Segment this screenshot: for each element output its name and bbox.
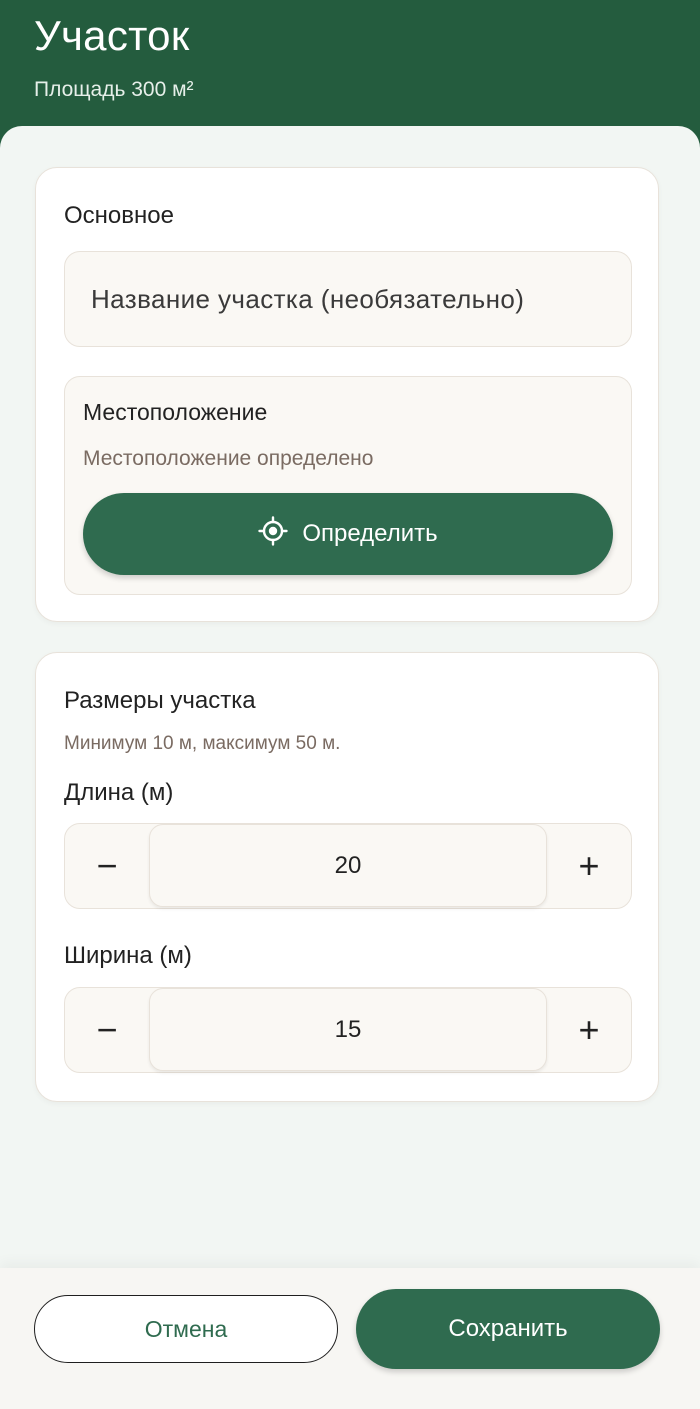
save-button[interactable]: Сохранить xyxy=(356,1289,660,1369)
action-footer: Отмена Сохранить xyxy=(0,1268,700,1409)
location-panel: Местоположение Местоположение определено… xyxy=(64,376,632,595)
area-subtitle: Площадь 300 м² xyxy=(34,78,194,101)
width-stepper: − 15 + xyxy=(64,987,632,1073)
cancel-button[interactable]: Отмена xyxy=(34,1295,338,1363)
page-title: Участок xyxy=(34,12,190,59)
crosshair-icon xyxy=(258,515,289,553)
plot-size-card: Размеры участка Минимум 10 м, максимум 5… xyxy=(35,652,659,1102)
content-area: Основное Название участка (необязательно… xyxy=(0,126,700,1409)
plot-name-input[interactable]: Название участка (необязательно) xyxy=(64,251,632,347)
width-increment-button[interactable]: + xyxy=(547,988,631,1071)
plot-name-placeholder: Название участка (необязательно) xyxy=(91,283,525,314)
length-value-input[interactable]: 20 xyxy=(149,824,547,907)
location-status: Местоположение определено xyxy=(83,447,374,470)
size-hint: Минимум 10 м, максимум 50 м. xyxy=(64,733,341,754)
basic-info-card: Основное Название участка (необязательно… xyxy=(35,167,659,622)
locate-button-label: Определить xyxy=(302,520,438,547)
locate-button[interactable]: Определить xyxy=(83,493,613,575)
size-section-title: Размеры участка xyxy=(64,687,256,714)
width-value-input[interactable]: 15 xyxy=(149,988,547,1071)
length-decrement-button[interactable]: − xyxy=(65,824,149,907)
width-decrement-button[interactable]: − xyxy=(65,988,149,1071)
basic-section-title: Основное xyxy=(64,202,174,229)
length-increment-button[interactable]: + xyxy=(547,824,631,907)
width-label: Ширина (м) xyxy=(64,942,192,969)
length-label: Длина (м) xyxy=(64,779,174,806)
length-stepper: − 20 + xyxy=(64,823,632,909)
location-title: Местоположение xyxy=(83,399,268,425)
